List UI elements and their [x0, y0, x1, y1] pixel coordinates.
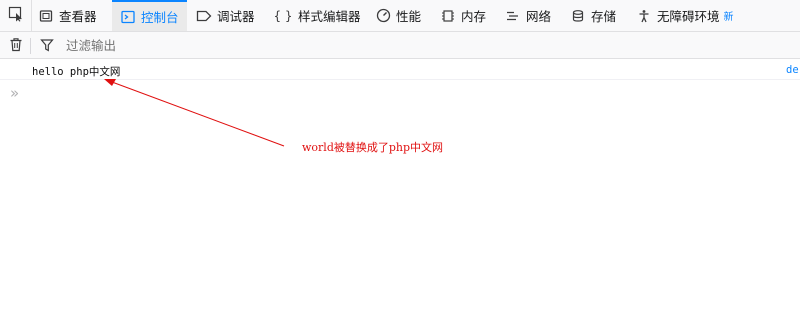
annotation-text: world被替换成了php中文网 — [302, 141, 444, 154]
annotation-arrow — [104, 79, 285, 147]
